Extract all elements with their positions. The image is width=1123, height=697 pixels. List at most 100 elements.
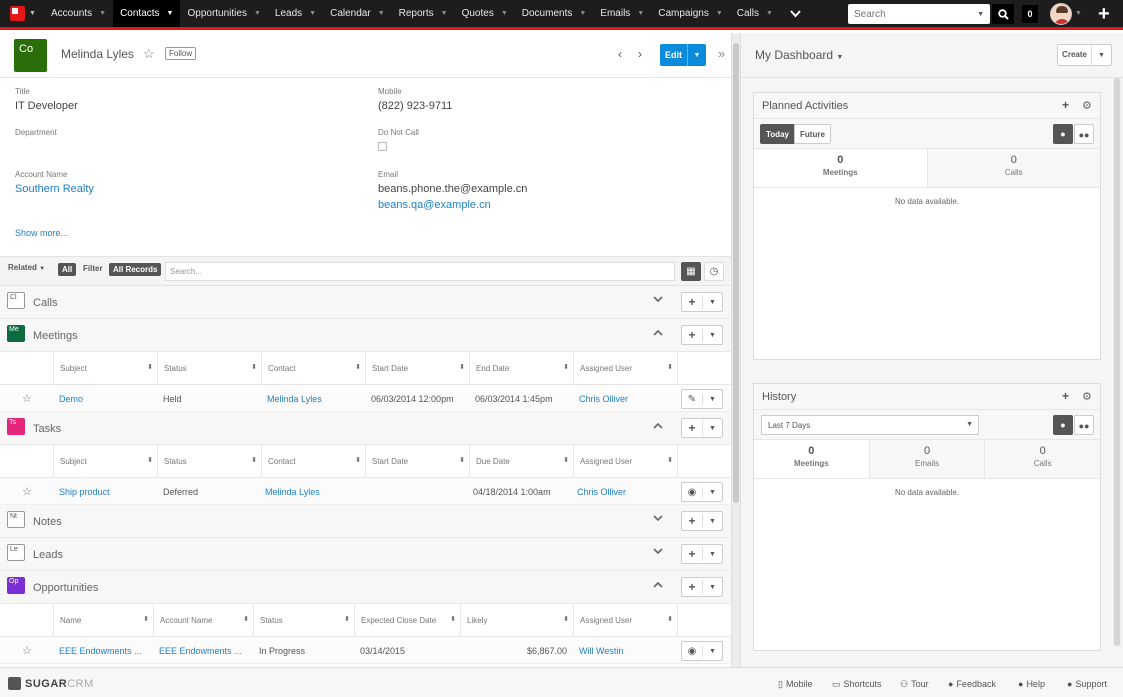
filter-all-records-pill[interactable]: All Records: [109, 263, 162, 276]
title-value[interactable]: IT Developer: [15, 100, 78, 112]
column-header[interactable]: Assigned User ⬍: [573, 604, 677, 637]
my-items-user-icon[interactable]: ●: [1053, 124, 1073, 144]
sort-icon[interactable]: ⬍: [563, 615, 569, 623]
sort-icon[interactable]: ⬍: [243, 615, 249, 623]
footer-feedback-link[interactable]: ● Feedback: [948, 679, 996, 689]
sort-icon[interactable]: ⬍: [147, 363, 153, 371]
chevron-down-icon[interactable]: ▼: [836, 54, 843, 61]
subpanel-leads[interactable]: Le Leads + ▼: [0, 538, 731, 571]
nav-calendar[interactable]: Calendar ▼: [323, 0, 392, 27]
user-avatar[interactable]: [1050, 3, 1072, 25]
nav-documents[interactable]: Documents ▼: [515, 0, 594, 27]
tab-emails[interactable]: 0 Emails: [869, 440, 986, 478]
tab-meetings[interactable]: 0 Meetings: [754, 149, 928, 187]
sort-icon[interactable]: ⬍: [667, 456, 673, 464]
footer-support-link[interactable]: ● Support: [1067, 679, 1107, 689]
plus-icon[interactable]: +: [1062, 389, 1069, 403]
pencil-icon[interactable]: ✎: [682, 393, 703, 405]
collapse-chevron-icon[interactable]: [653, 328, 663, 339]
dashboard-title[interactable]: My Dashboard ▼: [755, 48, 843, 62]
sort-icon[interactable]: ⬍: [143, 615, 149, 623]
column-header[interactable]: Name ⬍: [53, 604, 153, 637]
quick-create-plus-icon[interactable]: +: [1098, 3, 1110, 25]
chevron-down-icon[interactable]: ▼: [167, 10, 174, 17]
nav-leads[interactable]: Leads ▼: [268, 0, 323, 27]
nav-reports[interactable]: Reports ▼: [392, 0, 455, 27]
team-users-icon[interactable]: ●●: [1074, 415, 1094, 435]
chevron-down-icon[interactable]: ▼: [703, 332, 722, 339]
opportunity-name-link[interactable]: EEE Endowments ...: [59, 646, 142, 656]
previous-record-icon[interactable]: ‹: [618, 47, 622, 61]
chevron-down-icon[interactable]: ▼: [579, 10, 586, 17]
sort-icon[interactable]: ⬍: [667, 615, 673, 623]
collapse-chevron-icon[interactable]: [653, 580, 663, 591]
chevron-down-icon[interactable]: ▼: [688, 52, 706, 59]
dashboard-scrollbar[interactable]: [1113, 78, 1121, 646]
notifications-badge[interactable]: 0: [1022, 5, 1038, 23]
home-menu[interactable]: ▼: [0, 0, 44, 27]
expand-chevron-icon[interactable]: [653, 514, 663, 525]
chevron-down-icon[interactable]: ▼: [703, 648, 722, 655]
mobile-value[interactable]: (822) 923-9711: [378, 100, 452, 112]
create-opportunity-button[interactable]: + ▼: [681, 577, 723, 597]
toggle-sidebar-icon[interactable]: »: [718, 46, 725, 61]
email-primary[interactable]: beans.phone.the@example.cn: [378, 183, 527, 195]
column-header[interactable]: Subject ⬍: [53, 352, 157, 385]
subpanel-calls[interactable]: Cl Calls + ▼: [0, 286, 731, 319]
create-task-button[interactable]: + ▼: [681, 418, 723, 438]
column-header[interactable]: Likely ⬍: [460, 604, 573, 637]
activity-stream-icon[interactable]: ◷: [704, 262, 724, 281]
task-contact-link[interactable]: Melinda Lyles: [265, 487, 320, 497]
row-actions[interactable]: ✎ ▼: [681, 389, 723, 409]
gear-icon[interactable]: ⚙: [1082, 99, 1092, 112]
expand-chevron-icon[interactable]: [653, 295, 663, 306]
column-header[interactable]: Due Date ⬍: [469, 445, 573, 478]
create-note-button[interactable]: + ▼: [681, 511, 723, 531]
team-users-icon[interactable]: ●●: [1074, 124, 1094, 144]
search-button[interactable]: [992, 4, 1014, 24]
create-meeting-button[interactable]: + ▼: [681, 325, 723, 345]
opportunity-user-link[interactable]: Will Westin: [579, 646, 623, 656]
plus-icon[interactable]: +: [1062, 98, 1069, 112]
chevron-down-icon[interactable]: ▼: [309, 10, 316, 17]
nav-opportunities[interactable]: Opportunities ▼: [180, 0, 267, 27]
nav-contacts[interactable]: Contacts ▼: [113, 0, 181, 27]
list-view-icon[interactable]: ▦: [681, 262, 701, 281]
follow-button[interactable]: Follow: [165, 47, 197, 60]
footer-shortcuts-link[interactable]: ▭ Shortcuts: [832, 679, 882, 690]
future-toggle[interactable]: Future: [794, 124, 831, 144]
footer-help-link[interactable]: ● Help: [1018, 679, 1045, 689]
meeting-user-link[interactable]: Chris Olliver: [579, 394, 628, 404]
more-modules-chevron-icon[interactable]: [780, 7, 811, 21]
chevron-down-icon[interactable]: ▼: [703, 299, 722, 306]
favorite-star-icon[interactable]: ☆: [22, 392, 32, 405]
chevron-down-icon[interactable]: ▼: [703, 396, 722, 403]
collapse-chevron-icon[interactable]: [653, 421, 663, 432]
subpanel-notes[interactable]: Nt Notes + ▼: [0, 505, 731, 538]
sort-icon[interactable]: ⬍: [563, 456, 569, 464]
nav-emails[interactable]: Emails ▼: [593, 0, 651, 27]
edit-button[interactable]: Edit ▼: [660, 44, 706, 66]
chevron-down-icon[interactable]: ▼: [977, 11, 984, 18]
create-call-button[interactable]: + ▼: [681, 292, 723, 312]
meeting-contact-link[interactable]: Melinda Lyles: [267, 394, 322, 404]
column-header[interactable]: Expected Close Date ⬍: [354, 604, 460, 637]
chevron-down-icon[interactable]: ▼: [703, 489, 722, 496]
sort-icon[interactable]: ⬍: [563, 363, 569, 371]
chevron-down-icon[interactable]: ▼: [637, 10, 644, 17]
sort-icon[interactable]: ⬍: [450, 615, 456, 623]
sort-icon[interactable]: ⬍: [355, 363, 361, 371]
eye-icon[interactable]: ◉: [682, 486, 703, 498]
chevron-down-icon[interactable]: ▼: [1092, 52, 1111, 59]
tab-calls[interactable]: 0 Calls: [985, 440, 1101, 478]
do-not-call-checkbox[interactable]: [378, 142, 387, 151]
favorite-star-icon[interactable]: ☆: [22, 644, 32, 657]
tab-calls[interactable]: 0 Calls: [927, 149, 1100, 187]
column-header[interactable]: Assigned User ⬍: [573, 352, 677, 385]
favorite-star-icon[interactable]: ☆: [143, 46, 155, 62]
gear-icon[interactable]: ⚙: [1082, 390, 1092, 403]
eye-icon[interactable]: ◉: [682, 645, 703, 657]
scrollbar-thumb[interactable]: [1114, 78, 1120, 646]
favorite-star-icon[interactable]: ☆: [22, 485, 32, 498]
scrollbar-thumb[interactable]: [733, 43, 739, 503]
